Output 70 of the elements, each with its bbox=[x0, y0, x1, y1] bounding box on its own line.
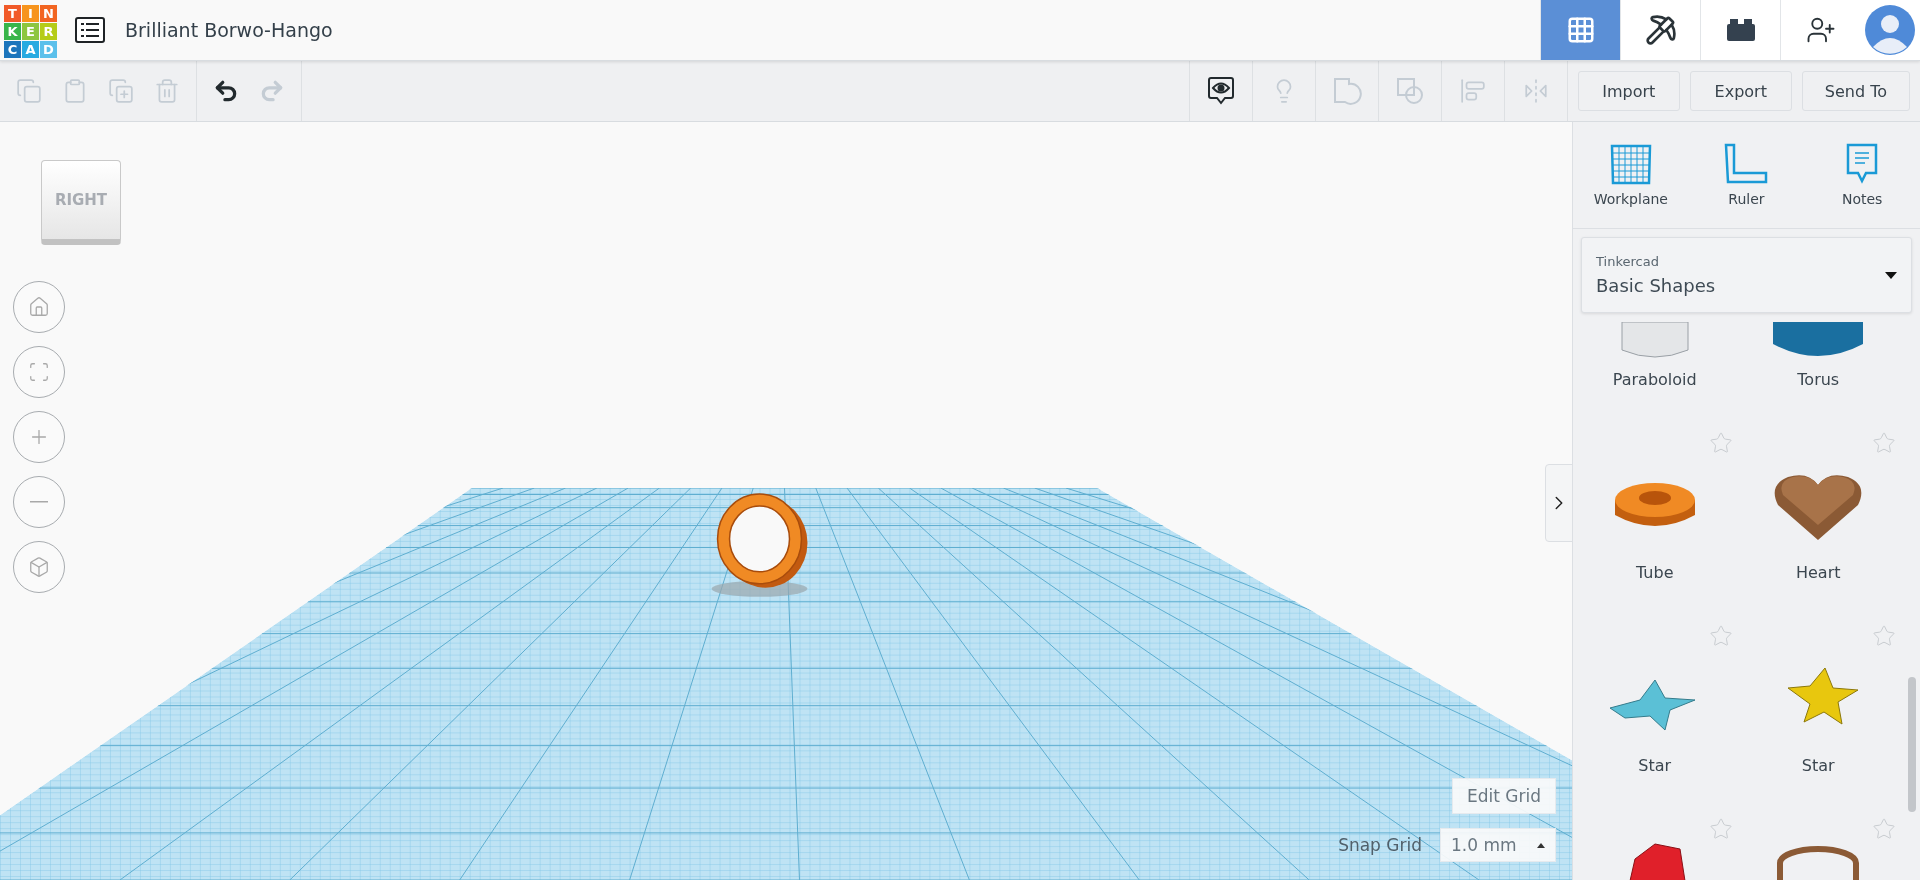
favorite-star-icon bbox=[1872, 624, 1896, 648]
shape-library-select[interactable]: Tinkercad Basic Shapes bbox=[1581, 237, 1912, 313]
mirror-icon bbox=[1522, 78, 1549, 104]
zoom-in-button[interactable] bbox=[13, 411, 65, 463]
paste-icon bbox=[62, 78, 88, 104]
tube-object[interactable] bbox=[716, 493, 808, 588]
toolbar-text-button[interactable]: Send To bbox=[1801, 71, 1910, 111]
redo-icon bbox=[259, 78, 285, 104]
home-button[interactable] bbox=[13, 281, 65, 333]
logo-letter: K bbox=[4, 23, 21, 40]
shape-tile[interactable]: Paraboloid bbox=[1573, 313, 1737, 411]
list-icon bbox=[81, 23, 99, 37]
edit-grid-button[interactable]: Edit Grid bbox=[1452, 778, 1556, 814]
library-source: Tinkercad bbox=[1596, 254, 1660, 269]
solid-shape-icon bbox=[1331, 76, 1362, 106]
fit-button[interactable] bbox=[13, 346, 65, 398]
snap-grid-label: Snap Grid bbox=[1338, 835, 1422, 855]
copy-icon bbox=[16, 78, 42, 104]
align-icon bbox=[1459, 78, 1486, 104]
invite-button[interactable] bbox=[1780, 0, 1860, 60]
shape-tile[interactable]: Heart bbox=[1736, 411, 1900, 604]
home-icon bbox=[28, 296, 50, 318]
pickaxe-mode-button[interactable] bbox=[1620, 0, 1700, 60]
shape-tile[interactable]: Star bbox=[1573, 604, 1737, 797]
add-user-icon bbox=[1805, 15, 1836, 45]
caret-icon bbox=[1885, 271, 1897, 279]
avatar[interactable] bbox=[1865, 5, 1915, 55]
pickaxe-icon bbox=[1644, 14, 1677, 46]
shape-tile[interactable]: Tube bbox=[1573, 411, 1737, 604]
favorite-star-icon bbox=[1872, 431, 1896, 455]
favorite-star-icon bbox=[1708, 817, 1733, 841]
design-title[interactable]: Brilliant Borwo-Hango bbox=[125, 19, 1540, 41]
favorite-star-icon bbox=[1708, 431, 1733, 455]
shape-tile[interactable]: Star bbox=[1736, 604, 1900, 797]
ortho-button[interactable] bbox=[13, 541, 65, 593]
logo-letter: A bbox=[22, 41, 39, 58]
logo-letter: C bbox=[4, 41, 21, 58]
tinkercad-logo[interactable]: T I N K E R C A D bbox=[4, 5, 57, 58]
favorite-star-icon bbox=[1872, 817, 1896, 841]
logo-letter: I bbox=[22, 5, 39, 22]
logo-letter: R bbox=[40, 23, 57, 40]
ruler-icon bbox=[1724, 143, 1769, 185]
grid-plane-icon bbox=[1609, 143, 1652, 185]
caret-icon bbox=[1537, 842, 1545, 848]
hole-shape-icon bbox=[1394, 76, 1425, 106]
scrollbar-thumb[interactable] bbox=[1908, 677, 1916, 812]
toolbar-text-button[interactable]: Export bbox=[1689, 71, 1792, 111]
delete-icon bbox=[154, 78, 180, 104]
zoom-out-button[interactable] bbox=[13, 476, 65, 528]
undo-icon bbox=[213, 78, 239, 104]
design-list-button[interactable] bbox=[75, 17, 105, 43]
shape-tile[interactable]: Torus bbox=[1736, 313, 1900, 411]
snap-grid-select[interactable]: 1.0 mm bbox=[1440, 828, 1556, 862]
library-name: Basic Shapes bbox=[1596, 275, 1717, 296]
logo-letter: N bbox=[40, 5, 57, 22]
eye-bubble-icon bbox=[1206, 76, 1235, 106]
duplicate-icon bbox=[108, 78, 134, 104]
favorite-star-icon bbox=[1708, 624, 1733, 648]
logo-letter: T bbox=[4, 5, 21, 22]
fit-view-icon bbox=[28, 361, 50, 383]
ruler-tool[interactable]: Ruler bbox=[1696, 143, 1797, 207]
logo-letter: D bbox=[40, 41, 57, 58]
brick-icon bbox=[1726, 19, 1755, 41]
cube-view-icon bbox=[28, 556, 50, 578]
collapse-panel-button[interactable] bbox=[1545, 464, 1572, 542]
toolbar-text-button[interactable]: Import bbox=[1577, 71, 1680, 111]
logo-letter: E bbox=[22, 23, 39, 40]
notes-tool[interactable]: Notes bbox=[1812, 143, 1913, 207]
workplane-tool[interactable]: Workplane bbox=[1580, 143, 1681, 207]
brick-mode-button[interactable] bbox=[1700, 0, 1780, 60]
